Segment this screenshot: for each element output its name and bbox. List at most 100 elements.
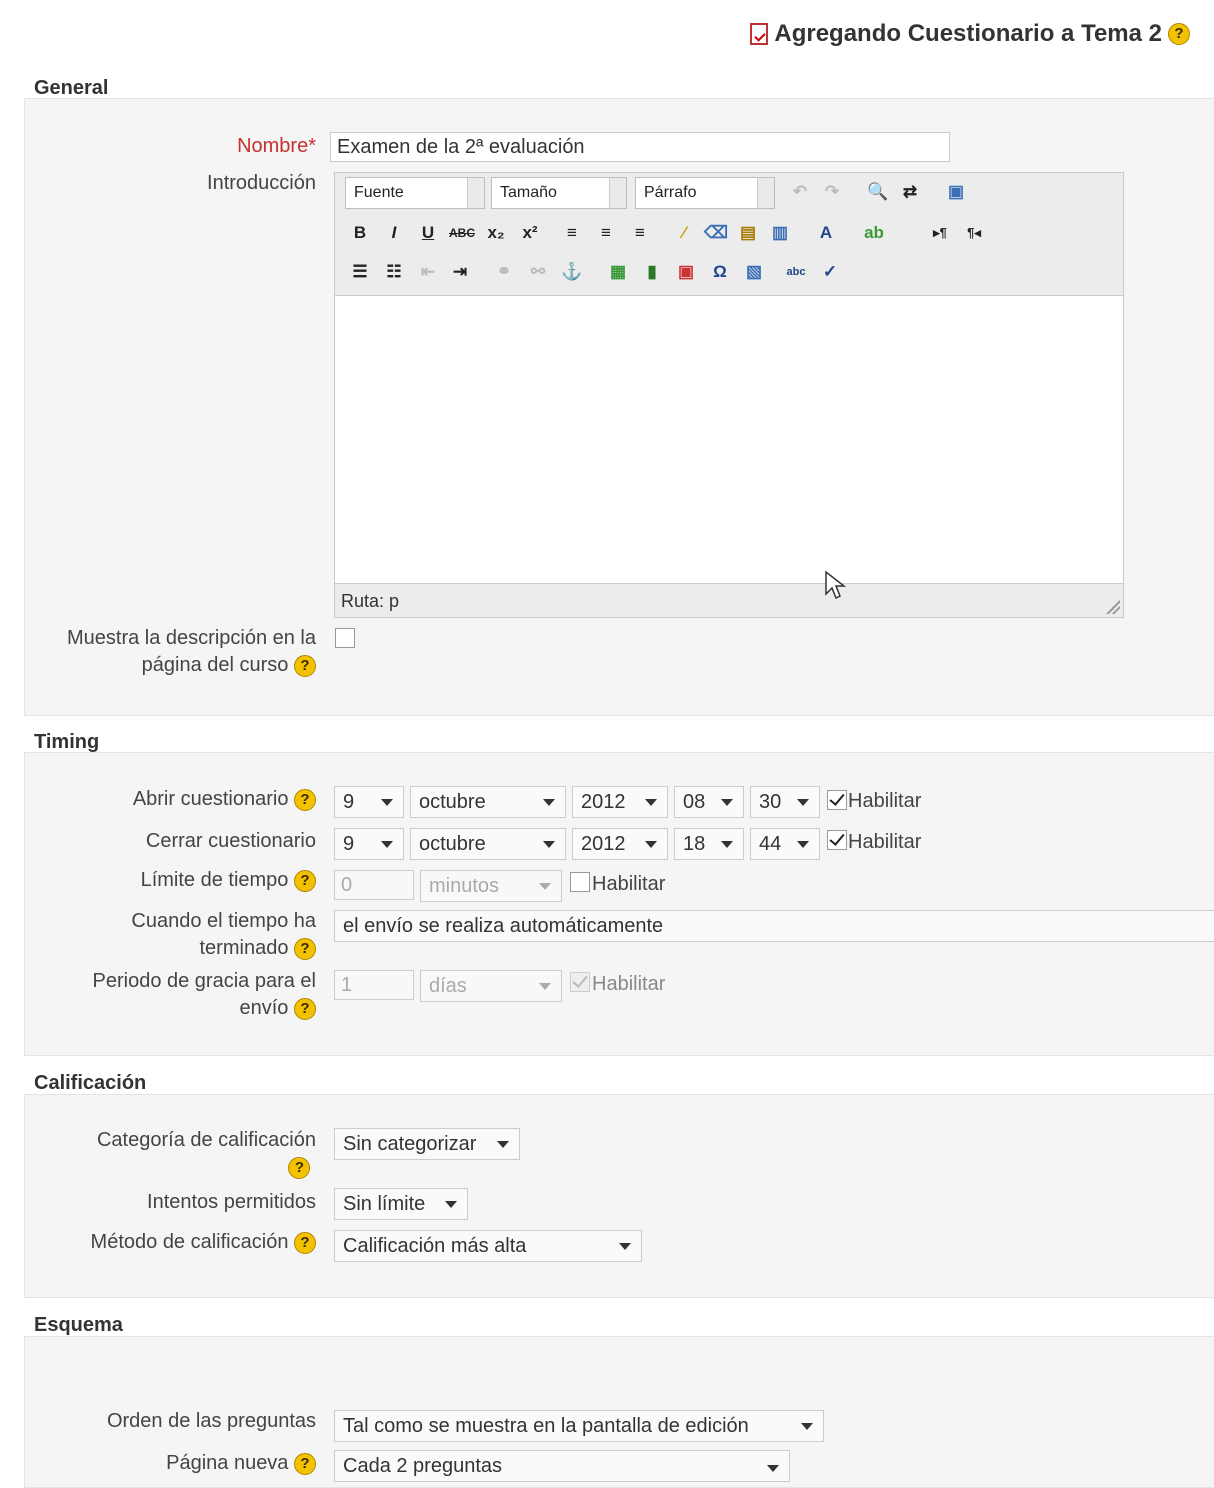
bold-icon[interactable]: B (345, 218, 375, 248)
open-day-select[interactable]: 9 (334, 786, 404, 818)
italic-icon[interactable]: I (379, 218, 409, 248)
nombre-input[interactable]: Examen de la 2ª evaluación (330, 132, 950, 162)
category-label: Categoría de calificación ? (97, 1127, 316, 1181)
align-left-icon[interactable]: ≡ (557, 218, 587, 248)
page-header: Agregando Cuestionario a Tema 2 ? (750, 20, 1190, 48)
font-select[interactable]: Fuente (345, 177, 485, 209)
replace-icon[interactable]: ⇄ (895, 177, 925, 207)
show-desc-checkbox[interactable] (335, 628, 355, 648)
embed-icon[interactable]: ▣ (671, 257, 701, 287)
grade-method-select[interactable]: Calificación más alta (334, 1230, 642, 1262)
outdent-icon[interactable]: ⇤ (413, 257, 443, 287)
open-enable-label: Habilitar (848, 790, 922, 812)
fullscreen-icon[interactable]: ▣ (941, 177, 971, 207)
help-icon[interactable]: ? (294, 1231, 316, 1254)
legend-timing: Timing (34, 731, 100, 753)
page-title: Agregando Cuestionario a Tema 2 (774, 20, 1162, 47)
nombre-label: Nombre* (237, 135, 316, 157)
paste-text-icon[interactable]: ▤ (733, 218, 763, 248)
grade-category-select[interactable]: Sin categorizar (334, 1128, 520, 1160)
grace-input[interactable]: 1 (334, 970, 414, 1000)
help-icon[interactable]: ? (294, 788, 316, 811)
grace-unit-select[interactable]: días (420, 970, 562, 1002)
redo-icon[interactable]: ↷ (817, 177, 847, 207)
anchor-icon[interactable]: ⚓ (557, 257, 587, 287)
intro-label: Introducción (207, 172, 316, 194)
bullet-list-icon[interactable]: ☰ (345, 257, 375, 287)
help-icon[interactable]: ? (294, 937, 316, 960)
method-label: Método de calificación ? (91, 1229, 316, 1256)
undo-icon[interactable]: ↶ (785, 177, 815, 207)
special-char-icon[interactable]: Ω (705, 257, 735, 287)
close-hour-select[interactable]: 18 (674, 828, 744, 860)
rtl-icon[interactable]: ¶◂ (959, 218, 989, 248)
close-day-select[interactable]: 9 (334, 828, 404, 860)
limit-enable-checkbox[interactable] (570, 872, 590, 892)
close-minute-select[interactable]: 44 (750, 828, 820, 860)
size-select[interactable]: Tamaño (491, 177, 627, 209)
help-icon[interactable]: ? (294, 654, 316, 677)
quiz-icon (750, 23, 769, 45)
paste-word-icon[interactable]: ▥ (765, 218, 795, 248)
editor-toolbar: Fuente Tamaño Párrafo ↶ ↷ 🔍 ⇄ ▣ B I U AB… (335, 173, 1123, 296)
help-icon[interactable]: ? (294, 869, 316, 892)
highlight-icon[interactable]: ab (859, 218, 889, 248)
subscript-icon[interactable]: x₂ (481, 218, 511, 248)
legend-layout: Esquema (34, 1314, 123, 1336)
legend-grade: Calificación (34, 1072, 147, 1094)
image-icon[interactable]: ▦ (603, 257, 633, 287)
superscript-icon[interactable]: x² (515, 218, 545, 248)
question-order-select[interactable]: Tal como se muestra en la pantalla de ed… (334, 1410, 824, 1442)
help-icon[interactable]: ? (294, 997, 316, 1020)
open-month-select[interactable]: octubre (410, 786, 566, 818)
when-label: Cuando el tiempo ha terminado ? (131, 910, 316, 960)
limit-label: Límite de tiempo ? (141, 867, 316, 894)
nolink-icon[interactable]: abc (781, 257, 811, 287)
close-month-select[interactable]: octubre (410, 828, 566, 860)
open-hour-select[interactable]: 08 (674, 786, 744, 818)
overdue-handling-select[interactable]: el envío se realiza automáticamente (334, 910, 1214, 942)
align-right-icon[interactable]: ≡ (625, 218, 655, 248)
open-label: Abrir cuestionario ? (133, 786, 316, 813)
find-icon[interactable]: 🔍 (863, 177, 893, 207)
limit-unit-select[interactable]: minutos (420, 870, 562, 902)
grace-enable-checkbox[interactable] (570, 972, 590, 992)
help-icon[interactable]: ? (1168, 23, 1190, 45)
mouse-cursor-icon (825, 570, 846, 600)
align-center-icon[interactable]: ≡ (591, 218, 621, 248)
close-enable-label: Habilitar (848, 831, 922, 853)
clean-icon[interactable]: ⁄ (669, 218, 699, 248)
legend-general: General (34, 77, 109, 99)
erase-icon[interactable]: ⌫ (701, 218, 731, 248)
close-year-select[interactable]: 2012 (572, 828, 668, 860)
numbered-list-icon[interactable]: ☷ (379, 257, 409, 287)
open-enable-checkbox[interactable] (827, 790, 847, 810)
open-minute-select[interactable]: 30 (750, 786, 820, 818)
unlink-icon[interactable]: ⚯ (523, 257, 553, 287)
limit-enable-label: Habilitar (592, 873, 666, 895)
media-icon[interactable]: ▮ (637, 257, 667, 287)
underline-icon[interactable]: U (413, 218, 443, 248)
limit-input[interactable]: 0 (334, 870, 414, 900)
editor-path: Ruta: p (341, 591, 400, 611)
ltr-icon[interactable]: ▸¶ (925, 218, 955, 248)
open-year-select[interactable]: 2012 (572, 786, 668, 818)
strikethrough-icon[interactable]: ABC (447, 218, 477, 248)
format-select[interactable]: Párrafo (635, 177, 775, 209)
order-label: Orden de las preguntas (106, 1410, 316, 1432)
new-page-select[interactable]: Cada 2 preguntas (334, 1450, 790, 1482)
table-icon[interactable]: ▧ (739, 257, 769, 287)
help-icon[interactable]: ? (288, 1156, 311, 1179)
spellcheck-icon[interactable]: ✓ (815, 257, 845, 287)
attempts-label: Intentos permitidos (147, 1191, 316, 1213)
newpage-label: Página nueva ? (166, 1450, 316, 1477)
text-color-icon[interactable]: A (811, 218, 841, 248)
help-icon[interactable]: ? (294, 1452, 316, 1475)
editor-statusbar: Ruta: p (335, 583, 1123, 617)
resize-handle-icon[interactable] (1106, 600, 1120, 614)
close-enable-checkbox[interactable] (827, 830, 847, 850)
link-icon[interactable]: ⚭ (489, 257, 519, 287)
indent-icon[interactable]: ⇥ (445, 257, 475, 287)
close-label: Cerrar cuestionario (145, 830, 316, 852)
attempts-select[interactable]: Sin límite (334, 1188, 468, 1220)
